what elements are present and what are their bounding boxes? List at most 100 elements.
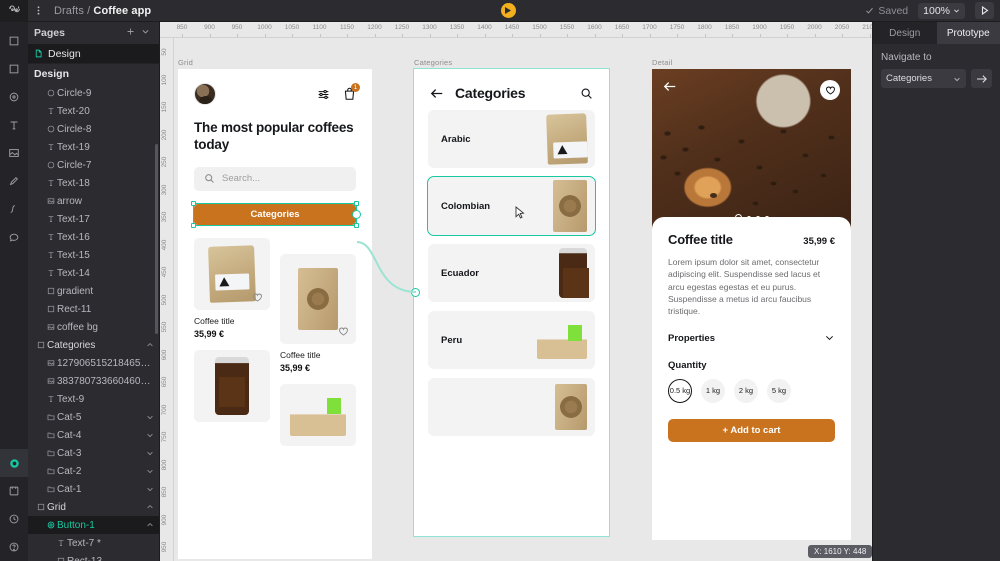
chevron-down-icon[interactable] bbox=[146, 485, 154, 493]
layer-row[interactable]: Cat-2 bbox=[28, 462, 159, 480]
product-card[interactable] bbox=[194, 237, 270, 310]
tab-prototype[interactable]: Prototype bbox=[936, 22, 1000, 44]
present-button[interactable] bbox=[975, 2, 994, 19]
layer-row[interactable]: Rect-11 bbox=[28, 300, 159, 318]
layer-row[interactable]: Cat-1 bbox=[28, 480, 159, 498]
breadcrumb[interactable]: Drafts / Coffee app bbox=[54, 5, 151, 17]
layer-row[interactable]: Text-17 bbox=[28, 210, 159, 228]
frame-tool[interactable] bbox=[0, 27, 28, 55]
category-item-peru[interactable]: Peru bbox=[428, 311, 595, 369]
frame-categories[interactable]: Categories Arabic Colombian Ecuador Peru bbox=[413, 68, 610, 537]
resize-handle-bl[interactable] bbox=[191, 222, 196, 228]
image-tool[interactable] bbox=[0, 139, 28, 167]
components-tool[interactable] bbox=[0, 449, 28, 477]
heart-icon[interactable] bbox=[820, 80, 840, 100]
present-indicator-icon[interactable] bbox=[500, 3, 516, 18]
quantity-option[interactable]: 5 kg bbox=[767, 378, 791, 403]
add-page-button[interactable] bbox=[123, 27, 138, 39]
category-item-ecuador[interactable]: Ecuador bbox=[428, 244, 595, 302]
navigate-target-select[interactable]: Categories bbox=[881, 69, 966, 88]
layer-row[interactable]: Grid bbox=[28, 498, 159, 516]
chevron-up-icon[interactable] bbox=[146, 503, 154, 511]
heart-icon[interactable] bbox=[251, 291, 264, 304]
quantity-option[interactable]: 1 kg bbox=[701, 378, 725, 403]
layer-row[interactable]: Cat-5 bbox=[28, 408, 159, 426]
layer-row[interactable]: Circle-8 bbox=[28, 120, 159, 138]
layer-row[interactable]: Text-7 * bbox=[28, 534, 159, 552]
add-to-cart-button[interactable]: + Add to cart bbox=[668, 418, 835, 442]
navigate-go-button[interactable] bbox=[971, 69, 992, 88]
resize-handle-tl[interactable] bbox=[191, 200, 196, 206]
layer-row[interactable]: Cat-4 bbox=[28, 426, 159, 444]
layer-row[interactable]: coffee bg bbox=[28, 318, 159, 336]
prototype-start-node[interactable] bbox=[352, 209, 361, 219]
frame-detail[interactable]: Coffee title 35,99 € Lorem ipsum dolor s… bbox=[652, 69, 851, 540]
frame-grid[interactable]: 1 The most popular coffees today Search.… bbox=[178, 69, 372, 559]
layer-row[interactable]: Button-1 bbox=[28, 516, 159, 534]
layer-row[interactable]: Circle-9 bbox=[28, 84, 159, 102]
chevron-down-icon[interactable] bbox=[146, 413, 154, 421]
detail-hero-image[interactable] bbox=[652, 69, 851, 229]
chevron-up-icon[interactable] bbox=[146, 521, 154, 529]
quantity-options[interactable]: 0.5 kg 1 kg 2 kg 5 kg bbox=[668, 378, 835, 403]
arrow-left-icon[interactable] bbox=[430, 87, 444, 100]
layer-row[interactable]: 12790651521846557... bbox=[28, 354, 159, 372]
category-item-colombian[interactable]: Colombian bbox=[427, 176, 596, 236]
ellipse-tool[interactable] bbox=[0, 83, 28, 111]
layer-row[interactable]: 3837807336604603... bbox=[28, 372, 159, 390]
prototype-end-node[interactable] bbox=[411, 288, 420, 297]
layers-scrollbar[interactable] bbox=[155, 144, 158, 334]
layer-row[interactable]: gradient bbox=[28, 282, 159, 300]
frame-label-categories[interactable]: Categories bbox=[414, 58, 452, 67]
tab-design[interactable]: Design bbox=[873, 22, 937, 44]
layer-row[interactable]: Text-16 bbox=[28, 228, 159, 246]
cart-button[interactable]: 1 bbox=[343, 83, 360, 101]
category-item-partial[interactable] bbox=[428, 378, 595, 436]
plugins-tool[interactable] bbox=[0, 477, 28, 505]
layer-row[interactable]: arrow bbox=[28, 192, 159, 210]
text-tool[interactable] bbox=[0, 111, 28, 139]
sliders-icon[interactable] bbox=[317, 88, 330, 101]
chevron-up-icon[interactable] bbox=[146, 341, 154, 349]
layer-row[interactable]: Categories bbox=[28, 336, 159, 354]
help-tool[interactable] bbox=[0, 533, 28, 561]
search-input[interactable]: Search... bbox=[194, 166, 356, 191]
properties-row[interactable]: Properties bbox=[668, 332, 835, 346]
resize-handle-tr[interactable] bbox=[354, 200, 359, 206]
pencil-tool[interactable] bbox=[0, 167, 28, 195]
resize-handle-br[interactable] bbox=[354, 222, 359, 228]
product-card[interactable] bbox=[280, 253, 356, 344]
layer-row[interactable]: Circle-7 bbox=[28, 156, 159, 174]
layer-row[interactable]: Text-20 bbox=[28, 102, 159, 120]
chevron-down-icon[interactable] bbox=[146, 467, 154, 475]
arrow-left-icon[interactable] bbox=[663, 80, 677, 96]
chevron-down-icon[interactable] bbox=[824, 332, 835, 346]
avatar[interactable] bbox=[194, 83, 216, 105]
layer-row[interactable]: Text-19 bbox=[28, 138, 159, 156]
zoom-control[interactable]: 100% bbox=[918, 2, 965, 19]
quantity-option[interactable]: 2 kg bbox=[734, 378, 758, 403]
search-icon[interactable] bbox=[580, 87, 593, 100]
comment-tool[interactable] bbox=[0, 223, 28, 251]
collapse-pages-button[interactable] bbox=[138, 27, 153, 39]
chevron-down-icon[interactable] bbox=[146, 431, 154, 439]
category-item-arabic[interactable]: Arabic bbox=[428, 110, 595, 168]
main-menu-button[interactable] bbox=[28, 0, 48, 22]
product-card[interactable] bbox=[280, 383, 356, 446]
layer-list[interactable]: Circle-9 Text-20 Circle-8 Text-19 Circle-7 Te… bbox=[28, 84, 159, 561]
page-item-design[interactable]: Design bbox=[28, 44, 159, 63]
chevron-down-icon[interactable] bbox=[146, 449, 154, 457]
heart-icon[interactable] bbox=[337, 325, 350, 338]
product-card[interactable] bbox=[194, 349, 270, 422]
rectangle-tool[interactable] bbox=[0, 55, 28, 83]
frame-label-detail[interactable]: Detail bbox=[652, 58, 672, 67]
categories-button[interactable]: Categories bbox=[194, 203, 356, 225]
history-tool[interactable] bbox=[0, 505, 28, 533]
layer-row[interactable]: Rect-13 bbox=[28, 552, 159, 561]
layer-row[interactable]: Text-14 bbox=[28, 264, 159, 282]
app-logo[interactable] bbox=[0, 0, 28, 22]
design-canvas[interactable]: Grid 1 The most popular coffees today Se… bbox=[174, 38, 872, 561]
frame-label-grid[interactable]: Grid bbox=[178, 58, 193, 67]
quantity-option[interactable]: 0.5 kg bbox=[668, 378, 692, 403]
layer-row[interactable]: Text-15 bbox=[28, 246, 159, 264]
